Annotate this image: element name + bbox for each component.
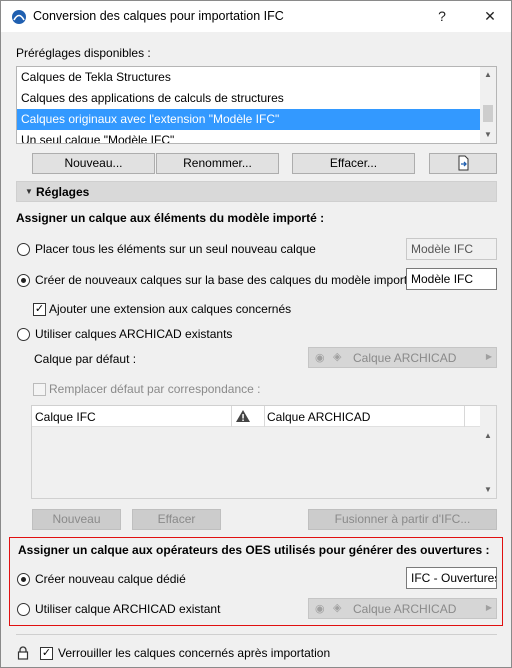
preset-item[interactable]: Calques des applications de calculs de s…: [17, 88, 481, 109]
scroll-thumb[interactable]: [483, 105, 493, 122]
openings-existing-label: Utiliser calque ARCHICAD existant: [35, 602, 221, 616]
add-extension-label: Ajouter une extension aux calques concer…: [49, 302, 292, 316]
scroll-down-icon[interactable]: ▼: [480, 127, 496, 143]
openings-create-label: Créer nouveau calque dédié: [35, 572, 186, 586]
single-layer-label: Placer tous les éléments sur un seul nou…: [35, 242, 316, 256]
single-layer-name-field[interactable]: Modèle IFC: [406, 238, 497, 260]
layer-icon: ◈: [333, 602, 342, 614]
settings-section-header[interactable]: ▼ Réglages: [16, 181, 497, 202]
layer-mapping-table[interactable]: Calque IFC Calque ARCHICAD ▲ ▼: [31, 405, 497, 499]
preset-item-selected[interactable]: Calques originaux avec l'extension "Modè…: [17, 109, 481, 130]
preset-item[interactable]: Calques de Tekla Structures: [17, 67, 481, 88]
openings-existing-popup[interactable]: ◉ ◈ Calque ARCHICAD ▶: [308, 598, 497, 619]
openings-create-radio[interactable]: [17, 573, 30, 586]
footer-divider: [16, 634, 497, 635]
openings-layer-name-field[interactable]: IFC - Ouvertures: [406, 567, 497, 589]
preset-delete-button[interactable]: Effacer...: [292, 153, 415, 174]
popup-arrow-icon: ▶: [485, 603, 492, 612]
scroll-up-icon[interactable]: ▲: [480, 67, 496, 83]
archicad-app-icon: [12, 10, 26, 24]
default-layer-popup[interactable]: ◉ ◈ Calque ARCHICAD ▶: [308, 347, 497, 368]
layer-icon: ◈: [333, 351, 342, 363]
close-button[interactable]: ✕: [477, 5, 503, 27]
replace-default-checkbox[interactable]: [33, 383, 46, 396]
create-layers-extension-field[interactable]: Modèle IFC: [406, 268, 497, 290]
popup-arrow-icon: ▶: [485, 352, 492, 361]
section1-title: Assigner un calque aux éléments du modèl…: [16, 211, 325, 225]
table-scroll-up-icon[interactable]: ▲: [480, 428, 496, 444]
table-scroll-down-icon[interactable]: ▼: [480, 482, 496, 498]
openings-title: Assigner un calque aux opérateurs des OE…: [18, 543, 490, 557]
warning-icon: [236, 410, 250, 422]
existing-layers-radio[interactable]: [17, 328, 30, 341]
eye-icon: ◉: [315, 603, 325, 615]
openings-existing-radio[interactable]: [17, 603, 30, 616]
preset-item[interactable]: Un seul calque "Modèle IFC": [17, 130, 481, 143]
help-button[interactable]: ?: [429, 5, 455, 27]
mapping-new-button[interactable]: Nouveau: [32, 509, 121, 530]
dialog-window: Conversion des calques pour importation …: [0, 0, 512, 668]
preset-new-button[interactable]: Nouveau...: [32, 153, 155, 174]
preset-export-button[interactable]: [429, 153, 497, 174]
create-layers-radio[interactable]: [17, 274, 30, 287]
default-layer-value: Calque ARCHICAD: [353, 351, 457, 365]
lock-layers-label: Verrouiller les calques concernés après …: [58, 646, 331, 660]
presets-list[interactable]: Calques de Tekla Structures Calques des …: [16, 66, 497, 144]
presets-label: Préréglages disponibles :: [16, 46, 151, 60]
window-title: Conversion des calques pour importation …: [33, 9, 284, 23]
table-scrollbar[interactable]: ▲ ▼: [480, 406, 496, 498]
table-header: Calque IFC Calque ARCHICAD: [32, 406, 482, 427]
add-extension-checkbox[interactable]: ✓: [33, 303, 46, 316]
settings-header-label: Réglages: [36, 185, 90, 199]
existing-layers-label: Utiliser calques ARCHICAD existants: [35, 327, 233, 341]
presets-scrollbar[interactable]: ▲ ▼: [480, 67, 496, 143]
col-archicad-header: Calque ARCHICAD: [267, 410, 371, 424]
title-bar: Conversion des calques pour importation …: [1, 1, 511, 32]
eye-icon: ◉: [315, 352, 325, 364]
create-layers-label: Créer de nouveaux calques sur la base de…: [35, 273, 414, 287]
lock-icon: [17, 646, 29, 660]
export-file-icon: [458, 155, 469, 171]
preset-rename-button[interactable]: Renommer...: [156, 153, 279, 174]
merge-from-ifc-button[interactable]: Fusionner à partir d'IFC...: [308, 509, 497, 530]
openings-existing-value: Calque ARCHICAD: [353, 602, 457, 616]
default-layer-label: Calque par défaut :: [34, 352, 137, 366]
lock-layers-checkbox[interactable]: ✓: [40, 647, 53, 660]
mapping-delete-button[interactable]: Effacer: [132, 509, 221, 530]
replace-default-label: Remplacer défaut par correspondance :: [49, 382, 261, 396]
single-layer-radio[interactable]: [17, 243, 30, 256]
col-ifc-header: Calque IFC: [35, 410, 96, 424]
collapse-triangle-icon[interactable]: ▼: [25, 187, 33, 196]
